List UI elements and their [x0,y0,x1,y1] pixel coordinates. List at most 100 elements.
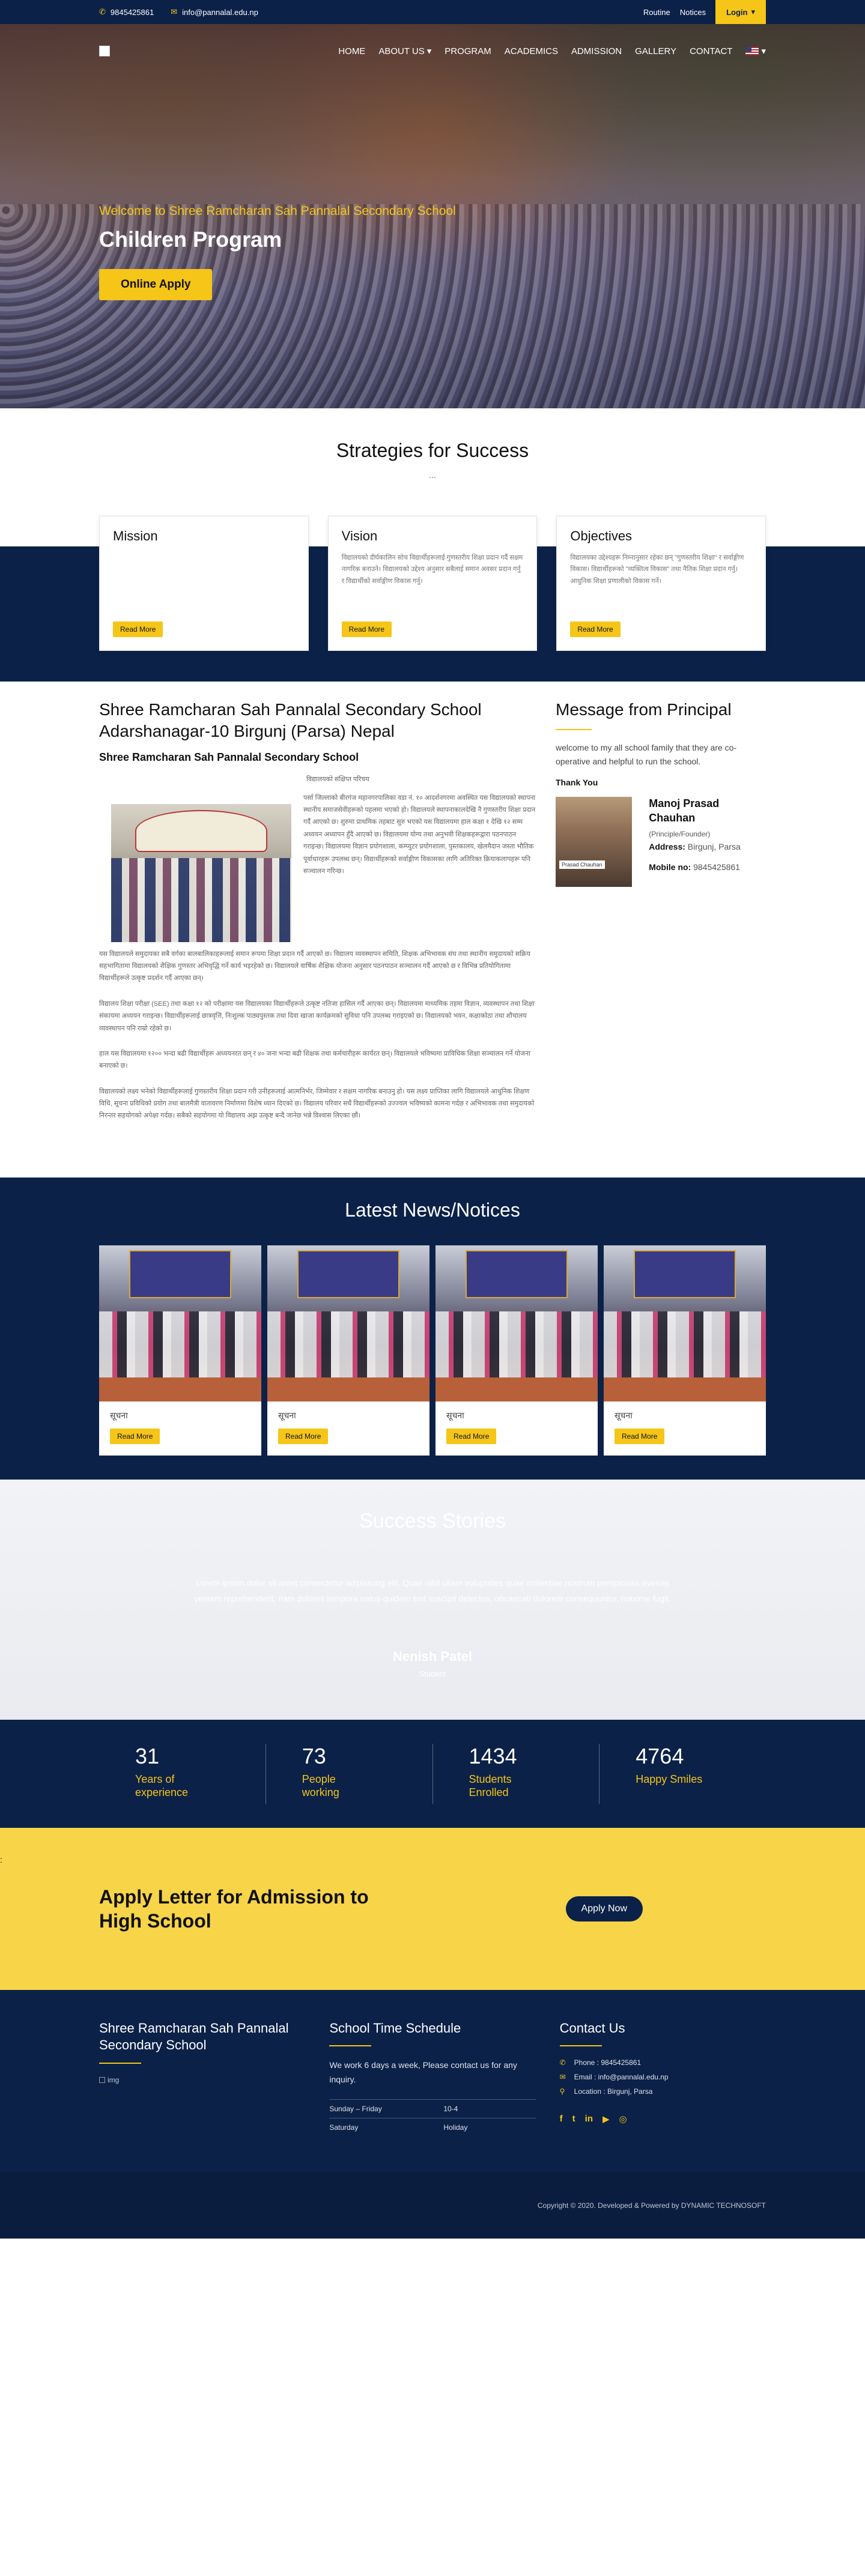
read-more-button[interactable]: Read More [113,621,163,637]
testimonial-role: Student [419,1669,446,1678]
nav-admission[interactable]: ADMISSION [571,46,622,56]
about-subtitle: Shree Ramcharan Sah Pannalal Secondary S… [99,751,359,763]
read-more-button[interactable]: Read More [278,1428,329,1444]
nav-contact[interactable]: CONTACT [690,46,732,56]
news-card[interactable]: सूचना Read More [436,1245,598,1456]
principal-title: Message from Principal [556,700,732,719]
linkedin-icon[interactable]: in [585,2114,593,2124]
principal-role: (Principle/Founder) [649,829,711,838]
location-icon: ⚲ [559,2087,565,2096]
news-card[interactable]: सूचना Read More [267,1245,429,1456]
read-more-button[interactable]: Read More [341,621,392,637]
section-title: Strategies for Success [336,440,529,461]
nav-program[interactable]: PROGRAM [445,46,491,56]
footer-school-name: Shree Ramcharan Sah Pannalal Secondary S… [99,2020,289,2053]
notices-link[interactable]: Notices [680,8,706,17]
principal-message-text: welcome to my all school family that the… [556,743,737,766]
footer-email[interactable]: ✉ Email : info@pannalal.edu.np [560,2073,766,2081]
edge-mark: : [0,1854,2,1864]
us-flag-icon [745,47,759,55]
school-staff-photo [111,803,291,942]
read-more-button[interactable]: Read More [615,1428,665,1444]
admission-title: Apply Letter for Admission to High Schoo… [99,1885,369,1932]
email-icon: ✉ [559,2073,566,2082]
facebook-icon[interactable]: f [560,2114,563,2124]
schedule-title: School Time Schedule [329,2020,461,2036]
topbar-email[interactable]: ✉ info@pannalal.edu.np [171,7,258,17]
section-divider: ... [429,470,436,480]
news-section: Latest News/Notices सूचना Read More सूचना… [0,1177,865,1480]
news-image [436,1245,598,1401]
nav-academics[interactable]: ACADEMICS [505,46,558,56]
photo-banner [634,1250,736,1298]
photo-people [111,857,291,942]
schedule-row: Saturday Holiday [329,2117,536,2136]
about-paragraph: हाल यस विद्यालयमा १२०० भन्दा बढी विद्यार… [99,1050,530,1070]
about-headline: विद्यालयको संक्षिप्त परिचय [306,775,369,783]
schedule-row: Sunday – Friday 10-4 [329,2099,536,2118]
stat-years: 31 Years of experience [99,1743,266,1804]
news-title: सूचना [278,1410,296,1420]
about-title: Shree Ramcharan Sah Pannalal Secondary S… [99,700,482,741]
stats-section: 31 Years of experience 73 People working 1… [0,1719,865,1828]
testimonial-name: Nenish Patel [392,1648,473,1664]
login-button[interactable]: Login ▾ [715,0,766,24]
nav-menu: HOME ABOUT US ▾ PROGRAM ACADEMICS ADMISSI… [338,46,766,57]
topbar-phone[interactable]: ✆ 9845425861 [99,7,154,17]
news-title: सूचना [615,1410,633,1420]
section-title: Success Stories [359,1509,506,1532]
language-selector[interactable]: ▾ [745,46,766,56]
title-underline [559,2045,602,2047]
objectives-card: Objectives विद्यालयका उद्देश्यहरू निम्ना… [556,516,766,651]
copyright-text: Copyright © 2020. Developed & Powered by… [537,2201,766,2210]
photo-banner [129,1250,231,1298]
schedule-table: Sunday – Friday 10-4 Saturday Holiday [329,2099,536,2136]
email-icon: ✉ [171,7,178,16]
card-title: Objectives [570,528,633,543]
photo-table [436,1377,598,1401]
title-underline [99,2062,141,2064]
card-text: विद्यालयका उद्देश्यहरू निम्नानुसार रहेका… [570,554,744,585]
social-links: f t in ▶ ◎ [560,2114,766,2124]
hero-title: Children Program [99,227,282,252]
online-apply-button[interactable]: Online Apply [99,269,213,300]
footer: Shree Ramcharan Sah Pannalal Secondary S… [0,1989,865,2172]
twitter-icon[interactable]: t [572,2114,575,2124]
strategies-section: Strategies for Success ... Mission Read … [0,408,865,682]
instagram-icon[interactable]: ◎ [619,2114,627,2124]
youtube-icon[interactable]: ▶ [602,2114,610,2124]
nav-about-us[interactable]: ABOUT US ▾ [378,46,431,57]
photo-banner [297,1250,399,1298]
principal-name: Manoj Prasad Chauhan [649,797,720,824]
vision-card: Vision विद्यालयको दीर्घकालिन सोच विद्यार… [327,516,538,651]
nav-gallery[interactable]: GALLERY [635,46,676,56]
mission-card: Mission Read More [99,516,309,651]
footer-phone[interactable]: ✆ Phone : 9845425861 [560,2058,766,2067]
school-logo[interactable] [99,46,110,56]
news-image [267,1245,429,1401]
photo-table [267,1377,429,1401]
thank-you-text: Thank You [556,778,598,788]
routine-link[interactable]: Routine [643,8,670,17]
principal-photo: Prasad Chauhan [556,797,633,887]
contact-title: Contact Us [559,2020,625,2036]
read-more-button[interactable]: Read More [446,1428,497,1444]
news-card[interactable]: सूचना Read More [99,1245,261,1456]
principal-address: Address: Birgunj, Parsa [649,841,741,851]
photo-banner [135,809,267,852]
stat-smiles: 4764 Happy Smiles [636,1743,703,1785]
stat-students: 1434 Students Enrolled [433,1743,600,1804]
read-more-button[interactable]: Read More [110,1428,160,1444]
nav-home[interactable]: HOME [338,46,365,56]
news-card[interactable]: सूचना Read More [604,1245,766,1456]
photo-tag: Prasad Chauhan [559,860,605,869]
caret-down-icon: ▾ [761,46,766,56]
photo-people [267,1311,429,1377]
news-image [604,1245,766,1401]
top-bar: ✆ 9845425861 ✉ info@pannalal.edu.np Routin… [0,0,865,24]
caret-down-icon: ▾ [751,7,755,16]
broken-image-icon [99,2076,105,2083]
news-title: सूचना [110,1410,128,1420]
apply-now-button[interactable]: Apply Now [565,1896,643,1921]
read-more-button[interactable]: Read More [570,621,621,637]
